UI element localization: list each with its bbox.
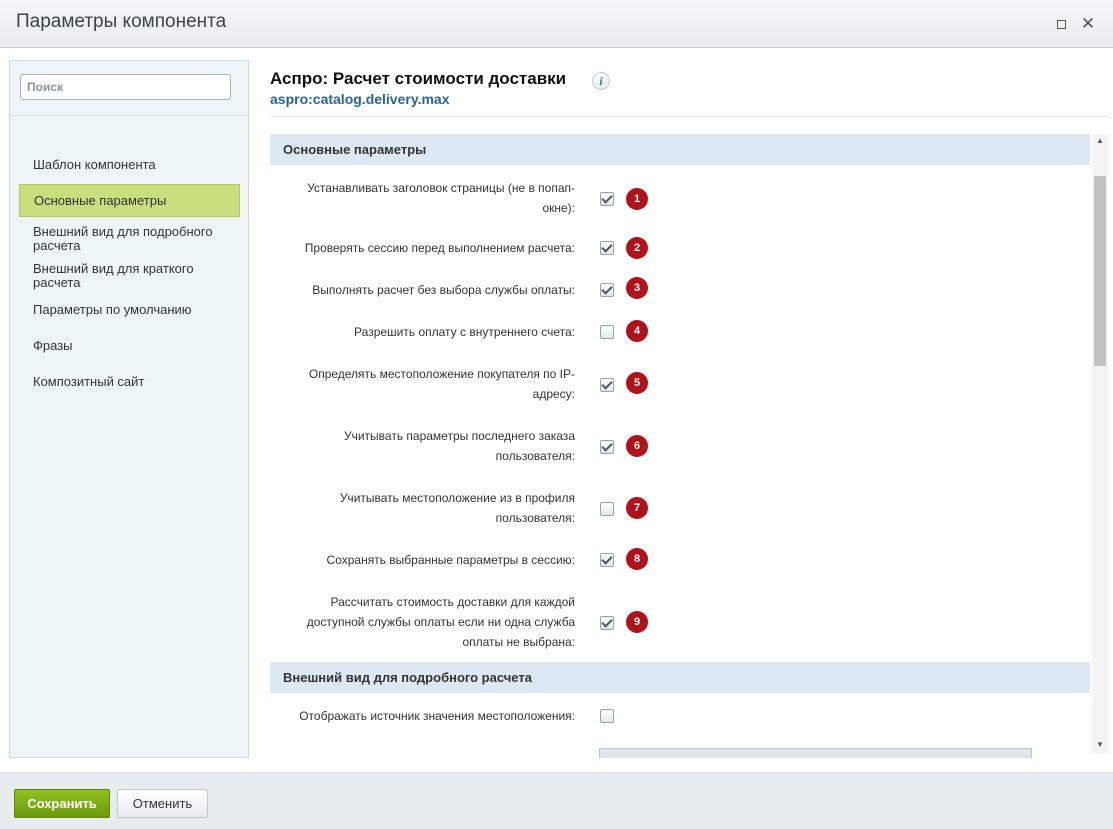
header-divider — [270, 116, 1108, 117]
scroll-down-icon[interactable]: ▼ — [1092, 738, 1108, 752]
sidebar-divider — [10, 115, 248, 116]
main-content: Аспро: Расчет стоимости доставки i aspro… — [270, 48, 1108, 772]
sidebar-item-short-view[interactable]: Внешний вид для краткого расчета — [19, 261, 240, 291]
sidebar-item-main-params[interactable]: Основные параметры — [19, 184, 240, 217]
number-badge: 7 — [626, 497, 648, 519]
scrollbar[interactable]: ▲ ▼ — [1092, 134, 1108, 754]
param-checkbox[interactable] — [600, 440, 614, 454]
param-checkbox[interactable] — [600, 241, 614, 255]
location-select[interactable] — [599, 748, 1032, 758]
sidebar-item-phrases[interactable]: Фразы — [19, 328, 240, 364]
section-header-detailed: Внешний вид для подробного расчета — [270, 662, 1090, 693]
sidebar: Шаблон компонента Основные параметры Вне… — [9, 60, 249, 758]
maximize-icon[interactable] — [1052, 15, 1070, 33]
param-checkbox[interactable] — [600, 283, 614, 297]
number-badge: 2 — [626, 237, 648, 259]
param-checkbox[interactable] — [600, 192, 614, 206]
component-title: Аспро: Расчет стоимости доставки — [270, 69, 567, 88]
param-checkbox[interactable] — [600, 553, 614, 567]
scroll-up-icon[interactable]: ▲ — [1092, 134, 1108, 148]
params-scroll-area: Основные параметры Устанавливать заголов… — [270, 134, 1108, 758]
param-label: Разрешить оплату с внутреннего счета: — [354, 325, 575, 339]
sidebar-item-template[interactable]: Шаблон компонента — [19, 146, 240, 184]
sidebar-item-defaults[interactable]: Параметры по умолчанию — [19, 291, 240, 328]
param-label: Сохранять выбранные параметры в сессию: — [326, 553, 575, 567]
window-title: Параметры компонента — [16, 11, 227, 32]
param-checkbox[interactable] — [600, 378, 614, 392]
save-button[interactable]: Сохранить — [14, 789, 110, 818]
param-label: Устанавливать заголовок страницы (не в п… — [307, 181, 575, 215]
sidebar-item-detailed-view[interactable]: Внешний вид для подробного расчета — [19, 217, 240, 261]
param-label: Рассчитать стоимость доставки для каждой… — [306, 595, 575, 649]
number-badge: 8 — [626, 548, 648, 570]
number-badge: 5 — [626, 372, 648, 394]
param-checkbox[interactable] — [600, 616, 614, 630]
sidebar-nav: Шаблон компонента Основные параметры Вне… — [19, 146, 240, 400]
scroll-thumb[interactable] — [1094, 176, 1106, 366]
dialog-body: Шаблон компонента Основные параметры Вне… — [0, 48, 1113, 772]
param-label: Учитывать местоположение из в профиля по… — [339, 491, 575, 525]
param-checkbox[interactable] — [600, 709, 614, 723]
dialog-footer: Сохранить Отменить — [0, 772, 1113, 829]
param-label: Отображать источник значения местоположе… — [299, 709, 575, 723]
number-badge: 9 — [626, 611, 648, 633]
sidebar-item-composite[interactable]: Композитный сайт — [19, 364, 240, 400]
window-titlebar: Параметры компонента ✕ — [0, 0, 1113, 48]
cancel-button[interactable]: Отменить — [117, 789, 208, 818]
number-badge: 3 — [626, 277, 648, 299]
param-checkbox[interactable] — [600, 325, 614, 339]
search-input[interactable] — [20, 74, 231, 100]
info-icon[interactable]: i — [592, 72, 610, 90]
number-badge: 6 — [626, 435, 648, 457]
param-checkbox[interactable] — [600, 502, 614, 516]
component-code: aspro:catalog.delivery.max — [270, 91, 450, 107]
number-badge: 1 — [626, 188, 648, 210]
param-label: Определять местоположение покупателя по … — [308, 367, 575, 401]
number-badge: 4 — [626, 320, 648, 342]
param-label: Выполнять расчет без выбора службы оплат… — [312, 283, 575, 297]
param-label: Учитывать параметры последнего заказа по… — [343, 429, 575, 463]
close-icon[interactable]: ✕ — [1079, 15, 1097, 33]
section-header-main: Основные параметры — [270, 134, 1090, 165]
param-label: Проверять сессию перед выполнением расче… — [304, 241, 575, 255]
